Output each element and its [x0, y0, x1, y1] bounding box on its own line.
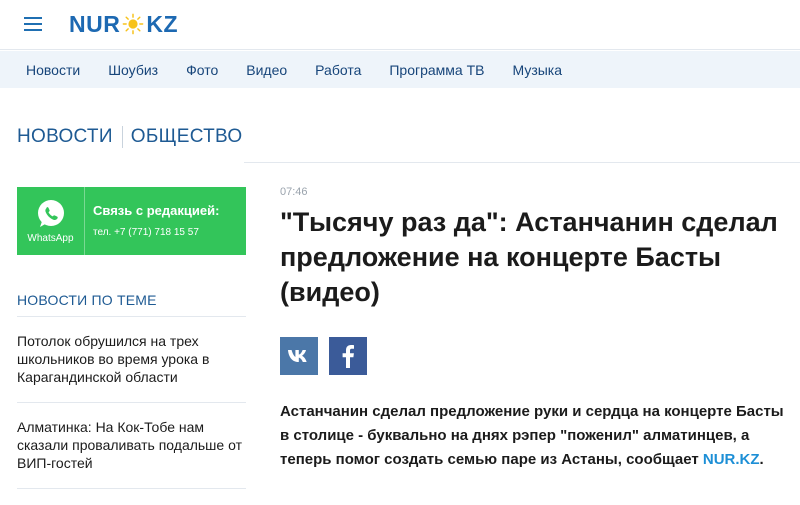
share-vk-button[interactable] — [280, 337, 318, 375]
whatsapp-contact-banner[interactable]: WhatsApp Связь с редакцией: тел. +7 (771… — [17, 187, 246, 255]
nav-item-photo[interactable]: Фото — [186, 62, 218, 78]
hamburger-menu-icon[interactable] — [24, 14, 44, 32]
facebook-icon — [342, 345, 354, 368]
article-lead: Астанчанин сделал предложение руки и сер… — [280, 400, 790, 472]
article-time: 07:46 — [280, 186, 308, 198]
logo-text-kz: KZ — [146, 10, 179, 37]
divider — [17, 402, 246, 403]
breadcrumb: НОВОСТИ ОБЩЕСТВО — [17, 126, 242, 148]
breadcrumb-subsection[interactable]: ОБЩЕСТВО — [131, 126, 243, 148]
nav-item-jobs[interactable]: Работа — [315, 62, 361, 78]
lead-end: . — [759, 451, 764, 468]
whatsapp-phone[interactable]: тел. +7 (771) 718 15 57 — [93, 227, 219, 238]
source-link[interactable]: NUR.KZ — [703, 451, 760, 468]
related-news-item[interactable]: Алматинка: На Кок-Тобе нам сказали прова… — [17, 418, 242, 472]
nav-item-video[interactable]: Видео — [246, 62, 287, 78]
breadcrumb-divider — [121, 126, 123, 148]
nav-item-showbiz[interactable]: Шоубиз — [108, 62, 158, 78]
vk-icon — [288, 350, 307, 362]
logo-text-nur: NUR — [69, 10, 121, 37]
headline-line: предложение на концерте Басты — [280, 242, 722, 272]
whatsapp-badge: WhatsApp — [17, 187, 85, 255]
whatsapp-label: WhatsApp — [27, 233, 74, 244]
nav-item-tv-program[interactable]: Программа ТВ — [389, 62, 484, 78]
site-header: NUR KZ — [0, 0, 800, 50]
divider — [17, 488, 246, 489]
main-nav: Новости Шоубиз Фото Видео Работа Програм… — [0, 51, 800, 88]
whatsapp-icon — [37, 200, 64, 227]
sun-icon — [122, 13, 144, 35]
whatsapp-contact-info: Связь с редакцией: тел. +7 (771) 718 15 … — [85, 187, 219, 255]
related-news-title: НОВОСТИ ПО ТЕМЕ — [17, 292, 157, 308]
breadcrumb-section[interactable]: НОВОСТИ — [17, 126, 113, 148]
related-news-item[interactable]: Потолок обрушился на трех школьников во … — [17, 332, 242, 386]
divider — [17, 316, 246, 317]
whatsapp-title: Связь с редакцией: — [93, 203, 220, 218]
nav-item-music[interactable]: Музыка — [513, 62, 563, 78]
nav-item-news[interactable]: Новости — [26, 62, 80, 78]
headline-line: "Тысячу раз да": Астанчанин сделал — [280, 207, 778, 237]
headline-line: (видео) — [280, 277, 380, 307]
share-facebook-button[interactable] — [329, 337, 367, 375]
article-headline: "Тысячу раз да": Астанчанин сделал предл… — [280, 205, 800, 310]
site-logo[interactable]: NUR KZ — [69, 11, 178, 37]
divider — [244, 162, 800, 163]
